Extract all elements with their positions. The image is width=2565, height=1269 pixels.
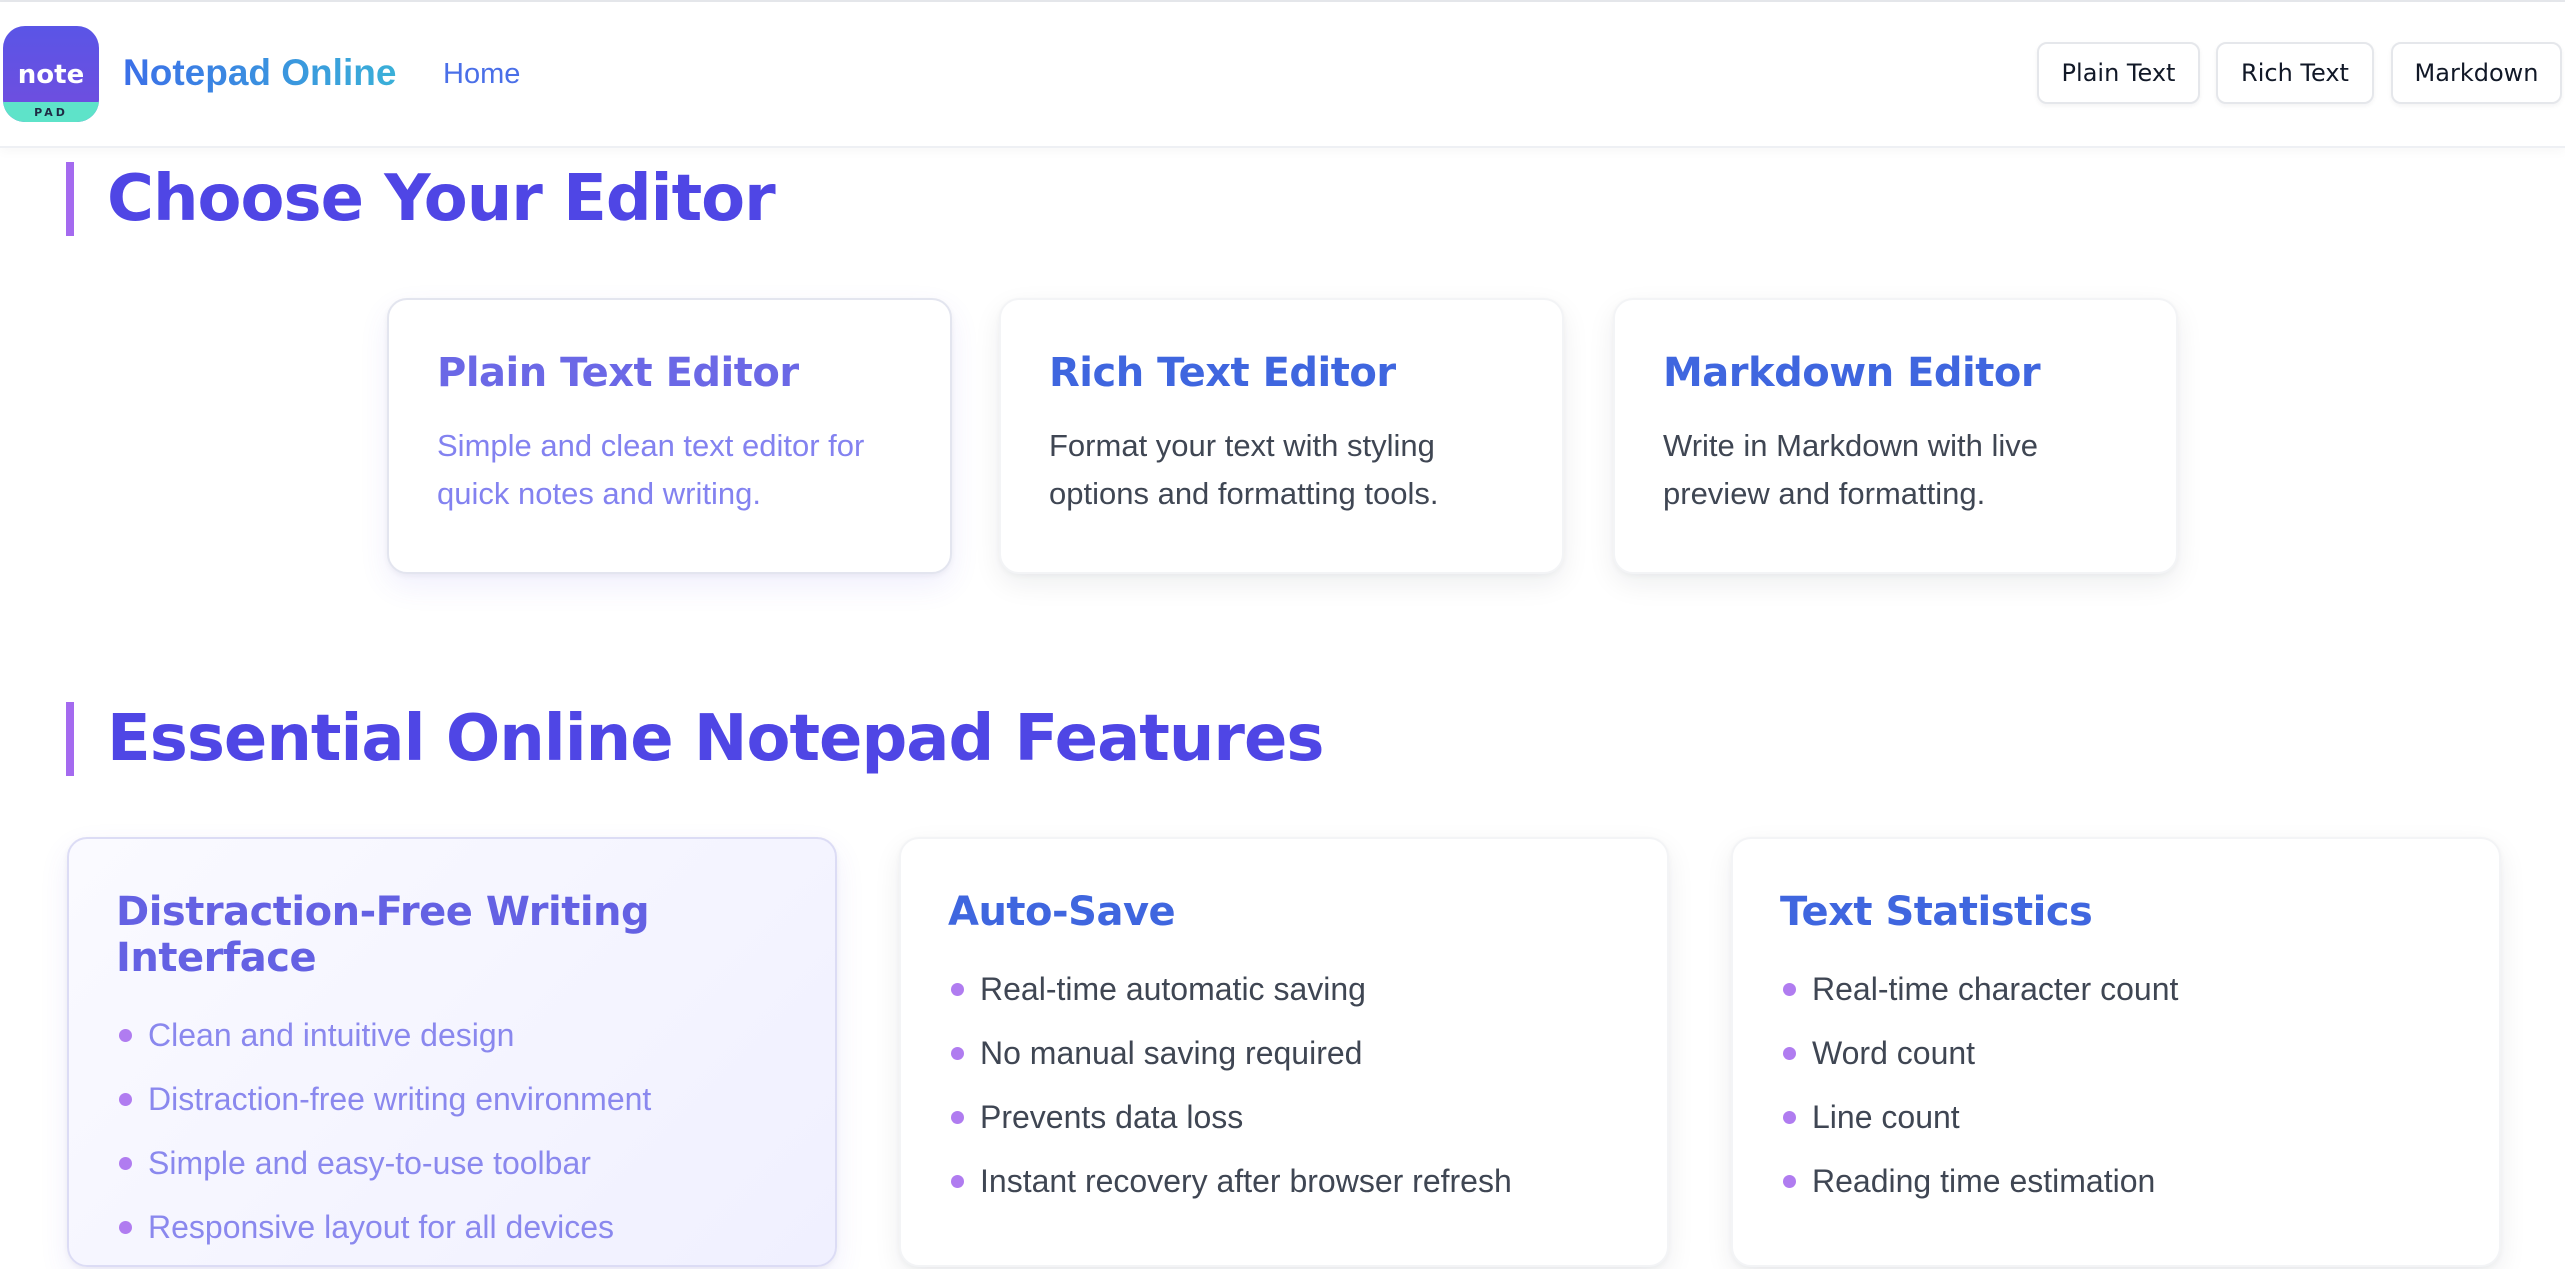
bullet-dot bbox=[1783, 1047, 1796, 1060]
feature-item: Clean and intuitive design bbox=[116, 1003, 788, 1067]
notepad-logo[interactable]: note PAD bbox=[3, 26, 99, 122]
bullet-dot bbox=[119, 1221, 132, 1234]
brand-name[interactable]: Notepad Online bbox=[123, 52, 396, 94]
plain-text-button[interactable]: Plain Text bbox=[2037, 42, 2200, 104]
bullet-dot bbox=[1783, 1111, 1796, 1124]
rich-text-button[interactable]: Rich Text bbox=[2216, 42, 2374, 104]
feature-item-text: Clean and intuitive design bbox=[148, 1017, 515, 1053]
bullet-dot bbox=[119, 1029, 132, 1042]
feature-item-text: Word count bbox=[1812, 1035, 1976, 1071]
bullet-dot bbox=[119, 1157, 132, 1170]
feature-item: Real-time character count bbox=[1780, 957, 2452, 1021]
feature-card-auto-save: Auto-Save Real-time automatic saving No … bbox=[899, 837, 1669, 1267]
feature-item-text: Distraction-free writing environment bbox=[148, 1081, 652, 1117]
feature-item: Simple and easy-to-use toolbar bbox=[116, 1131, 788, 1195]
markdown-editor-card[interactable]: Markdown Editor Write in Markdown with l… bbox=[1613, 298, 2178, 574]
feature-list: Real-time automatic saving No manual sav… bbox=[948, 957, 1620, 1213]
feature-item: Prevents data loss bbox=[948, 1085, 1620, 1149]
editor-card-description: Format your text with styling options an… bbox=[1049, 428, 1439, 511]
logo-sub: PAD bbox=[34, 106, 68, 119]
feature-item-text: Simple and easy-to-use toolbar bbox=[148, 1145, 591, 1181]
site-header: note PAD Notepad Online Home Plain Text … bbox=[0, 2, 2565, 148]
features-title: Essential Online Notepad Features bbox=[66, 702, 1324, 776]
bullet-dot bbox=[951, 1175, 964, 1188]
feature-item-text: Real-time automatic saving bbox=[980, 971, 1366, 1007]
feature-item-text: Prevents data loss bbox=[980, 1099, 1244, 1135]
feature-list: Real-time character count Word count Lin… bbox=[1780, 957, 2452, 1213]
bullet-dot bbox=[951, 983, 964, 996]
editor-card-title: Plain Text Editor bbox=[437, 350, 799, 396]
feature-item: Distraction-free writing environment bbox=[116, 1067, 788, 1131]
editor-card-description: Simple and clean text editor for quick n… bbox=[437, 428, 865, 511]
nav-home-link[interactable]: Home bbox=[443, 58, 520, 91]
markdown-button[interactable]: Markdown bbox=[2391, 42, 2562, 104]
feature-item: Responsive layout for all devices bbox=[116, 1195, 788, 1259]
feature-card-title: Text Statistics bbox=[1780, 889, 2093, 935]
feature-item-text: Line count bbox=[1812, 1099, 1960, 1135]
bullet-dot bbox=[1783, 1175, 1796, 1188]
feature-item: Word count bbox=[1780, 1021, 2452, 1085]
feature-item-text: Reading time estimation bbox=[1812, 1163, 2156, 1199]
feature-item-text: Real-time character count bbox=[1812, 971, 2179, 1007]
feature-item: Instant recovery after browser refresh bbox=[948, 1149, 1620, 1213]
editor-card-title: Markdown Editor bbox=[1663, 350, 2041, 396]
editor-card-description: Write in Markdown with live preview and … bbox=[1663, 428, 2038, 511]
bullet-dot bbox=[951, 1047, 964, 1060]
editor-card-title: Rich Text Editor bbox=[1049, 350, 1396, 396]
feature-item: Line count bbox=[1780, 1085, 2452, 1149]
bullet-dot bbox=[119, 1093, 132, 1106]
rich-text-editor-card[interactable]: Rich Text Editor Format your text with s… bbox=[999, 298, 1564, 574]
plain-text-editor-card[interactable]: Plain Text Editor Simple and clean text … bbox=[387, 298, 952, 574]
bullet-dot bbox=[1783, 983, 1796, 996]
choose-editor-title: Choose Your Editor bbox=[66, 162, 776, 236]
feature-item-text: Instant recovery after browser refresh bbox=[980, 1163, 1512, 1199]
feature-card-text-statistics: Text Statistics Real-time character coun… bbox=[1731, 837, 2501, 1267]
feature-card-title: Auto-Save bbox=[948, 889, 1176, 935]
feature-card-distraction-free: Distraction-Free Writing Interface Clean… bbox=[67, 837, 837, 1267]
logo-word: note bbox=[17, 60, 85, 90]
feature-item-text: No manual saving required bbox=[980, 1035, 1363, 1071]
feature-list: Clean and intuitive design Distraction-f… bbox=[116, 1003, 788, 1259]
feature-card-title: Distraction-Free Writing Interface bbox=[116, 889, 650, 981]
bullet-dot bbox=[951, 1111, 964, 1124]
feature-item: Real-time automatic saving bbox=[948, 957, 1620, 1021]
feature-item: Reading time estimation bbox=[1780, 1149, 2452, 1213]
feature-item-text: Responsive layout for all devices bbox=[148, 1209, 615, 1245]
feature-item: No manual saving required bbox=[948, 1021, 1620, 1085]
